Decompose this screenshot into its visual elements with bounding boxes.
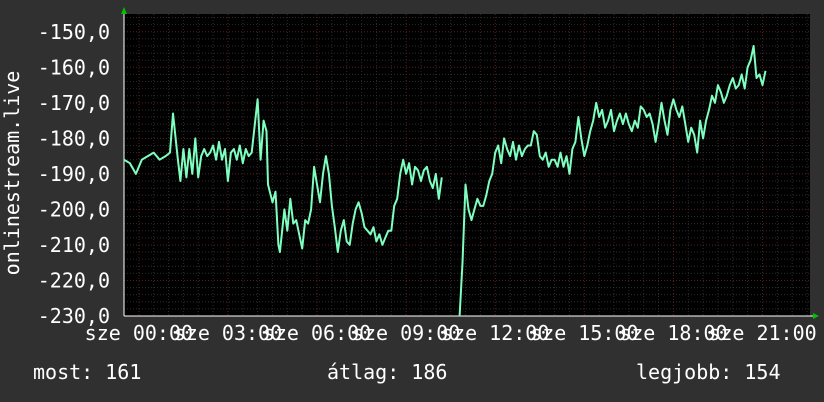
current-value-label: most: 161	[33, 360, 142, 384]
x-tick-label: sze 21:00	[708, 321, 816, 345]
y-tick-label: -190,0	[38, 162, 110, 186]
y-tick-label: -170,0	[38, 91, 110, 115]
y-axis-arrow	[121, 7, 127, 14]
y-tick-label: -160,0	[38, 55, 110, 79]
chart: -150,0 -160,0 -170,0 -180,0 -190,0 -200,0 -210…	[0, 7, 819, 345]
average-value-label: átlag: 186	[327, 360, 448, 384]
y-tick-label: -180,0	[38, 126, 110, 150]
y-axis-label: onlinestream.live	[0, 71, 24, 276]
y-tick-label: -150,0	[38, 20, 110, 44]
stats-footer: most: 161 átlag: 186 legjobb: 154	[0, 360, 824, 390]
x-axis-arrow	[813, 313, 819, 319]
y-tick-label: -220,0	[38, 268, 110, 292]
y-tick-label: -200,0	[38, 197, 110, 221]
best-value-label: legjobb: 154	[636, 360, 781, 384]
y-tick-label: -210,0	[38, 233, 110, 257]
